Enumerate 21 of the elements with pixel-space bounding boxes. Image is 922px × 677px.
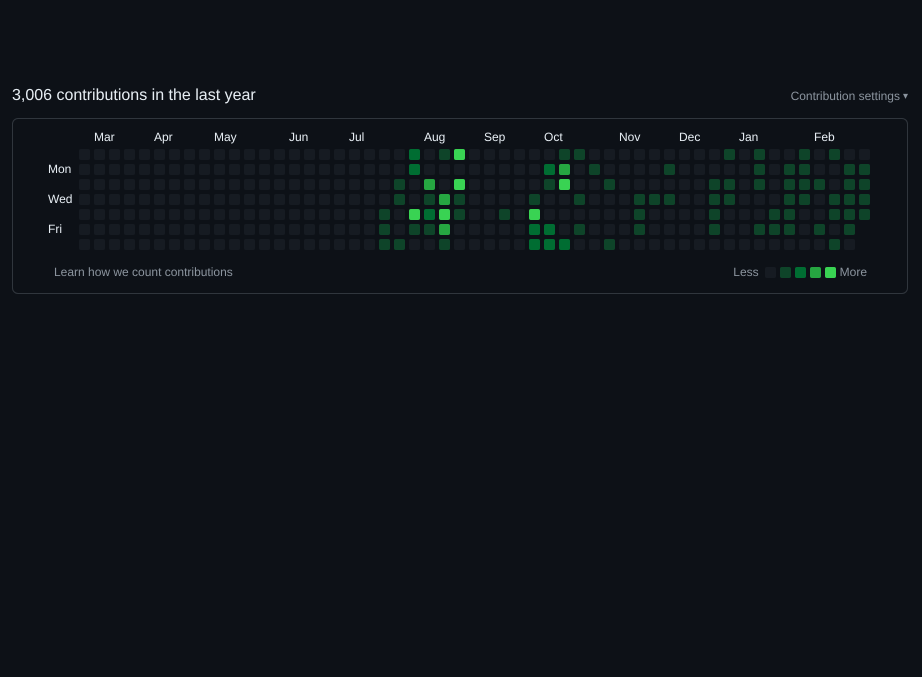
weekday-label: Mon — [48, 164, 72, 175]
learn-link[interactable]: Learn how we count contributions — [54, 265, 233, 279]
legend-less-label: Less — [733, 265, 759, 279]
month-label: Apr — [154, 130, 173, 144]
weekday-label: Wed — [48, 194, 72, 205]
month-label: Sep — [484, 130, 506, 144]
month-label: Mar — [94, 130, 115, 144]
month-label: Jan — [739, 130, 758, 144]
month-label: Nov — [619, 130, 640, 144]
contributions-heading: 3,006 contributions in the last year — [12, 86, 256, 106]
contribution-settings-menu[interactable]: Contribution settings ▾ — [790, 89, 908, 103]
caret-icon: ▾ — [902, 90, 908, 102]
month-label: Oct — [544, 130, 563, 144]
month-label: Feb — [814, 130, 835, 144]
weekday-label: Fri — [48, 224, 62, 235]
legend-more-label: More — [840, 265, 867, 279]
month-label: Dec — [679, 130, 700, 144]
month-label: Jul — [349, 130, 364, 144]
month-label: May — [214, 130, 237, 144]
month-label: Jun — [289, 130, 308, 144]
month-label: Aug — [424, 130, 446, 144]
